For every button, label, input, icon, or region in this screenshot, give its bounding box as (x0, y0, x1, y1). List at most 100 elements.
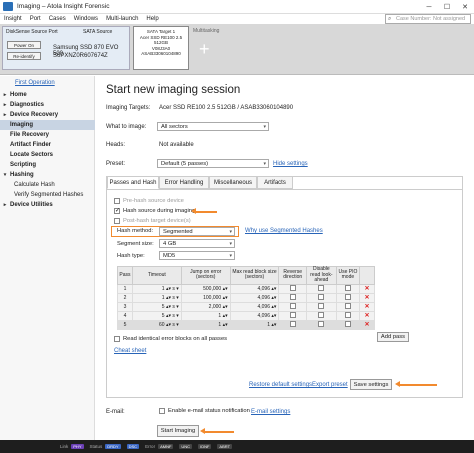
menu-cases[interactable]: Cases (49, 16, 66, 22)
main-panel: Start new imaging session Imaging Target… (96, 76, 474, 440)
prehash-checkbox[interactable]: Pre-hash source device (114, 198, 184, 204)
table-row[interactable]: 5 60 ▴▾ s ▾ 1 ▴▾ 1 ▴▾ ✕ (117, 319, 375, 330)
pio-checkbox[interactable] (335, 292, 361, 303)
sidebar-item-hashing[interactable]: ▾ Hashing (0, 170, 95, 180)
pio-checkbox[interactable] (335, 319, 361, 330)
table-row[interactable]: 2 1 ▴▾ s ▾ 100,000 ▴▾ 4,096 ▴▾ ✕ (117, 292, 375, 303)
chevron-down-icon: ▾ (229, 241, 232, 247)
posthash-checkbox[interactable]: Post-hash target device(s) (114, 218, 191, 224)
maxread-cell[interactable]: 4,096 ▴▾ (229, 283, 280, 294)
sidebar-item-calculate-hash[interactable]: Calculate Hash (0, 180, 95, 190)
read-identical-checkbox[interactable]: Read identical error blocks on all passe… (114, 336, 227, 342)
jump-cell[interactable]: 1 ▴▾ (180, 319, 231, 330)
pio-checkbox[interactable] (335, 283, 361, 294)
jump-cell[interactable]: 1 ▴▾ (180, 310, 231, 321)
hash-type-select[interactable]: MD5 ▾ (159, 251, 235, 260)
case-search-input[interactable]: ⌕ Case Number: Not assigned (385, 14, 471, 24)
sidebar-item-locate-sectors[interactable]: Locate Sectors (0, 150, 95, 160)
timeout-cell[interactable]: 5 ▴▾ s ▾ (131, 301, 182, 312)
hash-method-select[interactable]: Segmented ▾ (159, 227, 235, 236)
start-imaging-button[interactable]: Start Imaging (157, 425, 199, 437)
timeout-cell[interactable]: 60 ▴▾ s ▾ (131, 319, 182, 330)
delete-pass-icon[interactable]: ✕ (359, 283, 375, 294)
pio-checkbox[interactable] (335, 301, 361, 312)
why-segmented-link[interactable]: Why use Segmented Hashes (245, 228, 323, 234)
delete-pass-icon[interactable]: ✕ (359, 319, 375, 330)
reidentify-button[interactable]: Re-identify (7, 52, 41, 60)
target-device-card[interactable]: SATA Target 1 Acer SSD RE100 2.5 512GB V… (133, 26, 189, 70)
lookahead-checkbox[interactable] (306, 283, 337, 294)
delete-pass-icon[interactable]: ✕ (359, 292, 375, 303)
maxread-cell[interactable]: 4,096 ▴▾ (229, 292, 280, 303)
export-preset-link[interactable]: Export preset (312, 382, 348, 388)
reverse-checkbox[interactable] (278, 301, 308, 312)
menu-help[interactable]: Help (146, 16, 158, 22)
tab-passes-and-hash[interactable]: Passes and Hash (107, 177, 159, 189)
sidebar-item-home[interactable]: ▸ Home (0, 90, 95, 100)
add-device-icon[interactable]: + (199, 40, 210, 58)
hash-method-value: Segmented (163, 228, 193, 235)
add-pass-button[interactable]: Add pass (377, 332, 409, 342)
sidebar-item-file-recovery[interactable]: File Recovery (0, 130, 95, 140)
restore-defaults-link[interactable]: Restore default settings (249, 382, 312, 388)
lookahead-checkbox[interactable] (306, 301, 337, 312)
hash-source-checkbox[interactable]: Hash source during imaging (114, 207, 195, 214)
sidebar-item-diagnostics[interactable]: ▸ Diagnostics (0, 100, 95, 110)
close-icon[interactable]: ✕ (456, 0, 474, 14)
lookahead-checkbox[interactable] (306, 292, 337, 303)
sidebar-item-device-utilities[interactable]: ▸ Device Utilities (0, 200, 95, 210)
menu-multi-launch[interactable]: Multi-launch (106, 16, 138, 22)
reidentify-label: Re-identify (13, 53, 35, 59)
delete-pass-icon[interactable]: ✕ (359, 301, 375, 312)
sidebar-item-imaging[interactable]: Imaging (0, 120, 95, 130)
save-settings-button[interactable]: Save settings (350, 379, 392, 390)
tab-miscellaneous[interactable]: Miscellaneous (209, 177, 257, 189)
timeout-cell[interactable]: 5 ▴▾ s ▾ (131, 310, 182, 321)
what-to-image-select[interactable]: All sectors ▾ (157, 122, 269, 131)
maxread-cell[interactable]: 1 ▴▾ (229, 319, 280, 330)
minimize-icon[interactable]: ─ (420, 0, 438, 14)
segment-size-select[interactable]: 4 GB ▾ (159, 239, 235, 248)
lookahead-checkbox[interactable] (306, 310, 337, 321)
tab-artifacts[interactable]: Artifacts (257, 177, 293, 189)
maxread-cell[interactable]: 4,096 ▴▾ (229, 301, 280, 312)
source-device-panel[interactable]: DiskSense Source Port SATA Source Power … (2, 26, 130, 70)
maxread-cell[interactable]: 4,096 ▴▾ (229, 310, 280, 321)
first-operation-link[interactable]: First Operation (15, 80, 55, 86)
reverse-checkbox[interactable] (278, 310, 308, 321)
jump-cell[interactable]: 100,000 ▴▾ (180, 292, 231, 303)
sidebar: First Operation ▸ Home ▸ Diagnostics ▸ D… (0, 76, 95, 440)
maximize-icon[interactable]: ☐ (438, 0, 456, 14)
reverse-checkbox[interactable] (278, 283, 308, 294)
table-row[interactable]: 3 5 ▴▾ s ▾ 2,000 ▴▾ 4,096 ▴▾ ✕ (117, 301, 375, 312)
sidebar-item-scripting[interactable]: Scripting (0, 160, 95, 170)
pio-checkbox[interactable] (335, 310, 361, 321)
email-notify-checkbox[interactable]: Enable e-mail status notification (159, 408, 250, 414)
sidebar-item-device-recovery[interactable]: ▸ Device Recovery (0, 110, 95, 120)
table-row[interactable]: 4 5 ▴▾ s ▾ 1 ▴▾ 4,096 ▴▾ ✕ (117, 310, 375, 321)
hide-settings-link[interactable]: Hide settings (273, 161, 308, 167)
cheat-sheet-link[interactable]: Cheat sheet (114, 348, 146, 354)
menu-port[interactable]: Port (30, 16, 41, 22)
posthash-label: Post-hash target device(s) (123, 218, 191, 224)
email-settings-link[interactable]: E-mail settings (251, 409, 290, 415)
timeout-cell[interactable]: 1 ▴▾ s ▾ (131, 292, 182, 303)
lookahead-checkbox[interactable] (306, 319, 337, 330)
tab-error-handling[interactable]: Error Handling (159, 177, 209, 189)
jump-cell[interactable]: 2,000 ▴▾ (180, 301, 231, 312)
delete-pass-icon[interactable]: ✕ (359, 310, 375, 321)
sidebar-item-verify-segmented-hashes[interactable]: Verify Segmented Hashes (0, 190, 95, 200)
heads-label: Heads: (106, 142, 126, 148)
preset-select[interactable]: Default (5 passes) ▾ (157, 159, 269, 168)
power-on-button[interactable]: Power On (7, 41, 41, 49)
reverse-checkbox[interactable] (278, 292, 308, 303)
sidebar-item-artifact-finder[interactable]: Artifact Finder (0, 140, 95, 150)
passes-and-hash-panel: Pre-hash source device Hash source durin… (107, 189, 462, 397)
table-row[interactable]: 1 1 ▴▾ s ▾ 500,000 ▴▾ 4,096 ▴▾ ✕ (117, 283, 375, 294)
menu-windows[interactable]: Windows (74, 16, 98, 22)
reverse-checkbox[interactable] (278, 319, 308, 330)
timeout-cell[interactable]: 1 ▴▾ s ▾ (131, 283, 182, 294)
jump-cell[interactable]: 500,000 ▴▾ (180, 283, 231, 294)
checkbox-box (114, 198, 120, 204)
menu-insight[interactable]: Insight (4, 16, 22, 22)
